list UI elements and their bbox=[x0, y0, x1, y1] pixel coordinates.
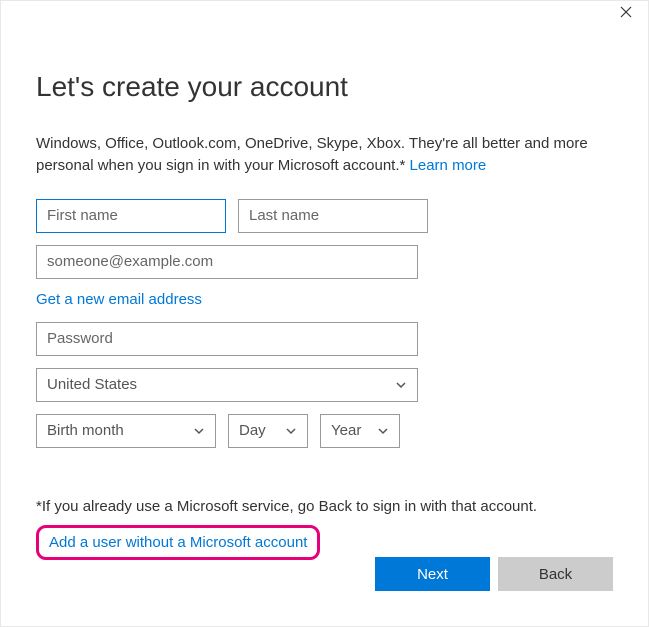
learn-more-link[interactable]: Learn more bbox=[410, 157, 487, 174]
signin-note: *If you already use a Microsoft service,… bbox=[36, 498, 613, 515]
page-title: Let's create your account bbox=[36, 71, 613, 103]
close-icon bbox=[620, 5, 632, 22]
birth-month-select[interactable]: Birth month bbox=[36, 414, 216, 448]
birth-day-label: Day bbox=[239, 422, 266, 439]
country-select[interactable]: United States bbox=[36, 368, 418, 402]
birth-month-label: Birth month bbox=[47, 422, 124, 439]
birth-year-select[interactable]: Year bbox=[320, 414, 400, 448]
country-selected: United States bbox=[47, 376, 137, 393]
birth-day-select[interactable]: Day bbox=[228, 414, 308, 448]
highlight-annotation: Add a user without a Microsoft account bbox=[36, 525, 320, 560]
next-button[interactable]: Next bbox=[375, 557, 490, 591]
birth-year-label: Year bbox=[331, 422, 361, 439]
button-row: Next Back bbox=[375, 557, 613, 591]
chevron-down-icon bbox=[395, 379, 407, 391]
chevron-down-icon bbox=[285, 425, 297, 437]
back-button[interactable]: Back bbox=[498, 557, 613, 591]
chevron-down-icon bbox=[193, 425, 205, 437]
email-input[interactable] bbox=[36, 245, 418, 279]
add-user-no-ms-link[interactable]: Add a user without a Microsoft account bbox=[49, 534, 307, 551]
first-name-input[interactable] bbox=[36, 199, 226, 233]
last-name-input[interactable] bbox=[238, 199, 428, 233]
close-button[interactable] bbox=[614, 5, 638, 23]
password-input[interactable] bbox=[36, 322, 418, 356]
create-account-window: Let's create your account Windows, Offic… bbox=[0, 0, 649, 627]
intro-copy: Windows, Office, Outlook.com, OneDrive, … bbox=[36, 135, 588, 174]
get-new-email-link[interactable]: Get a new email address bbox=[36, 291, 202, 308]
chevron-down-icon bbox=[377, 425, 389, 437]
intro-text: Windows, Office, Outlook.com, OneDrive, … bbox=[36, 133, 613, 177]
